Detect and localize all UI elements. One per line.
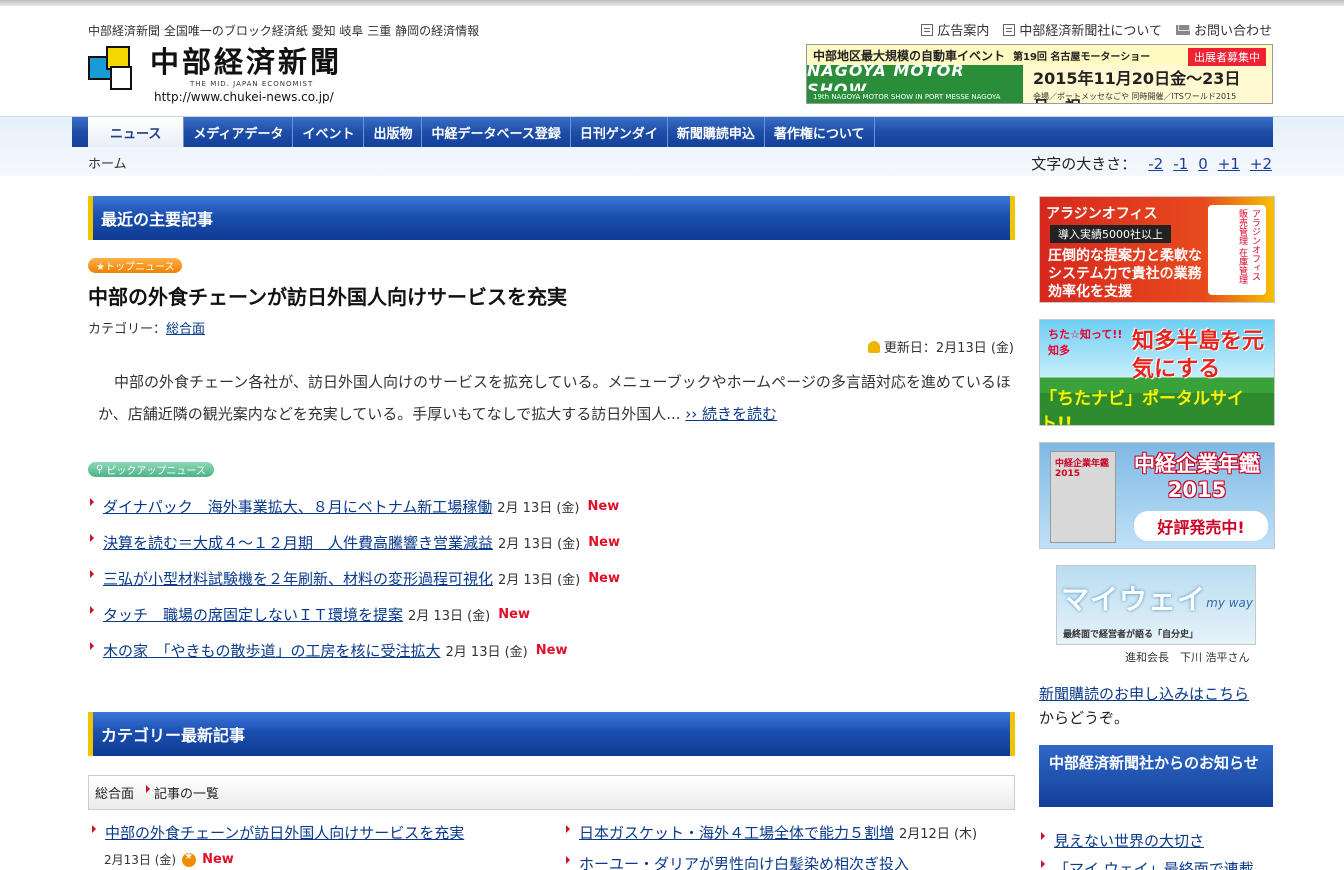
updated-date: 更新日：2月13日 (金) xyxy=(867,337,1014,356)
arrow-icon xyxy=(92,824,96,833)
arrow-icon xyxy=(566,855,570,864)
subscribe-link[interactable]: 新聞購読のお申し込みはこちら xyxy=(1039,685,1249,703)
category-name: 総合面 xyxy=(95,787,135,802)
font-size-zero[interactable]: 0 xyxy=(1198,155,1208,173)
star-icon xyxy=(182,851,197,867)
arrow-icon xyxy=(146,784,151,793)
read-more-link[interactable]: ›› 続きを読む xyxy=(685,405,777,423)
list-item: 決算を読む＝大成４～１２月期 人件費高騰響き営業減益 2月 13日 (金) New xyxy=(90,524,620,560)
document-icon xyxy=(921,23,934,36)
font-size-control: 文字の大きさ： -2 -1 0 +1 +2 xyxy=(1031,154,1272,174)
site-tagline: 中部経済新聞 全国唯一のブロック経済紙 愛知 岐阜 三重 静岡の経済情報 xyxy=(88,24,480,38)
book-icon: 中経企業年鑑 2015 xyxy=(1050,451,1116,543)
site-logo[interactable]: 中部経済新聞 THE MID. JAPAN ECONOMIST http://w… xyxy=(88,46,342,104)
bell-icon xyxy=(867,340,880,353)
nav-media-data[interactable]: メディアデータ xyxy=(184,117,294,147)
pickup-link[interactable]: タッチ 職場の席固定しないＩＴ環境を提案 xyxy=(103,604,403,625)
pickup-link[interactable]: ダイナパック 海外事業拡大、８月にベトナム新工場稼働 xyxy=(103,496,492,517)
aladdin-office-ad[interactable]: アラジンオフィス 導入実績5000社以上 圧倒的な提案力と柔軟なシステム力で貴社… xyxy=(1039,196,1275,303)
banner-foot: 19th NAGOYA MOTOR SHOW IN PORT MESSE NAG… xyxy=(807,91,1023,103)
top-border xyxy=(0,0,1344,6)
list-item: 三弘が小型材料試験機を２年刷新、材料の変形過程可視化 2月 13日 (金) New xyxy=(90,560,620,596)
list-item: 木の家 「やきもの散歩道」の工房を核に受注拡大 2月 13日 (金) New xyxy=(90,632,620,668)
logo-subtitle: THE MID. JAPAN ECONOMIST xyxy=(190,80,314,88)
new-badge: New xyxy=(588,534,620,550)
article-summary: 中部の外食チェーン各社が、訪日外国人向けのサービスを拡充している。メニューブック… xyxy=(98,373,1011,423)
category-column-left: 中部の外食チェーンが訪日外国人向けサービスを充実 2月13日 (金)New xyxy=(92,822,464,868)
notice-link[interactable]: 見えない世界の大切さ xyxy=(1054,830,1204,851)
list-item: ダイナパック 海外事業拡大、８月にベトナム新工場稼働 2月 13日 (金) New xyxy=(90,488,620,524)
breadcrumb[interactable]: ホーム xyxy=(88,153,127,172)
nav-events[interactable]: イベント xyxy=(293,117,365,147)
pickup-link[interactable]: 決算を読む＝大成４～１２月期 人件費高騰響き営業減益 xyxy=(103,532,493,553)
yearbook-ad[interactable]: 中経企業年鑑 2015 中経企業年鑑2015 好評発売中! xyxy=(1039,442,1275,549)
category-article-link[interactable]: ホーユー・ダリアが男性向け白髪染め相次ぎ投入 xyxy=(579,853,909,870)
pickup-badge: ⚲ ピックアップニュース xyxy=(88,462,214,477)
nav-database[interactable]: 中経データベース登録 xyxy=(422,117,571,147)
category-line: カテゴリー：総合面 xyxy=(88,322,206,337)
section-title-recent: 最近の主要記事 xyxy=(88,196,1015,240)
nav-subscribe[interactable]: 新聞購読申込 xyxy=(668,117,765,147)
nav-copyright[interactable]: 著作権について xyxy=(765,117,875,147)
font-size-minus2[interactable]: -2 xyxy=(1148,155,1163,173)
arrow-icon xyxy=(566,824,570,833)
font-size-plus2[interactable]: +2 xyxy=(1250,155,1272,173)
banner-tag: 出展者募集中 xyxy=(1188,48,1266,66)
category-link[interactable]: 総合面 xyxy=(166,322,205,337)
subscribe-text: 新聞購読のお申し込みはこちら からどうぞ。 xyxy=(1039,685,1250,727)
new-badge: New xyxy=(535,642,568,658)
about-link[interactable]: 中部経済新聞社について xyxy=(1003,20,1162,39)
logo-url: http://www.chukei-news.co.jp/ xyxy=(154,90,334,104)
notice-link[interactable]: 「マイ ウェイ」最終面で連載 xyxy=(1054,858,1254,870)
category-list-link[interactable]: 記事の一覧 xyxy=(154,783,219,802)
top-headline[interactable]: 中部の外食チェーンが訪日外国人向けサービスを充実 xyxy=(88,281,567,310)
notice-list: 見えない世界の大切さ 「マイ ウェイ」最終面で連載 xyxy=(1041,826,1254,870)
category-header: 総合面 記事の一覧 xyxy=(88,775,1015,810)
new-badge: New xyxy=(587,498,620,514)
notice-header: 中部経済新聞社からのお知らせ xyxy=(1039,745,1273,807)
logo-mark-icon xyxy=(88,46,140,94)
motor-show-banner[interactable]: 中部地区最大規模の自動車イベント 第19回 名古屋モーターショー 出展者募集中 N… xyxy=(806,44,1273,104)
arrow-icon xyxy=(1041,860,1045,868)
ads-link[interactable]: 広告案内 xyxy=(921,20,989,39)
list-item: 「マイ ウェイ」最終面で連載 xyxy=(1041,854,1254,870)
logo-title: 中部経済新聞 xyxy=(150,45,343,79)
nav-gendai[interactable]: 日刊ゲンダイ xyxy=(571,117,668,147)
arrow-icon xyxy=(1041,832,1045,840)
arrow-icon xyxy=(90,606,94,614)
pickup-link[interactable]: 木の家 「やきもの散歩道」の工房を核に受注拡大 xyxy=(103,640,441,661)
new-badge: New xyxy=(498,606,530,622)
nav-publications[interactable]: 出版物 xyxy=(364,117,423,147)
chita-navi-ad[interactable]: ちた☆知って!! 知多 知多半島を元気にする 「ちたナビ」ポータルサイト!! xyxy=(1039,319,1275,426)
top-news-badge: ★トップニュース xyxy=(88,258,183,273)
contact-link[interactable]: お問い合わせ xyxy=(1175,20,1272,39)
my-way-caption: 進和会長 下川 浩平さん xyxy=(1125,651,1250,664)
list-icon xyxy=(1003,23,1016,36)
new-badge: New xyxy=(202,852,234,867)
category-column-right: 日本ガスケット・海外４工場全体で能力５割増 2月12日 (木) ホーユー・ダリアが… xyxy=(566,822,977,870)
nav-news[interactable]: ニュース xyxy=(88,117,185,147)
section-title-category: カテゴリー最新記事 xyxy=(88,712,1015,756)
font-size-plus1[interactable]: +1 xyxy=(1218,155,1240,173)
list-item: 見えない世界の大切さ xyxy=(1041,826,1254,854)
arrow-icon xyxy=(90,642,94,650)
navigation-area: ニュース メディアデータ イベント 出版物 中経データベース登録 日刊ゲンダイ … xyxy=(0,116,1344,176)
font-size-minus1[interactable]: -1 xyxy=(1173,155,1188,173)
new-badge: New xyxy=(588,570,620,586)
utility-links: 広告案内 中部経済新聞社について お問い合わせ xyxy=(921,20,1272,39)
list-item: タッチ 職場の席固定しないＩＴ環境を提案 2月 13日 (金) New xyxy=(90,596,620,632)
category-article-link[interactable]: 日本ガスケット・海外４工場全体で能力５割増 xyxy=(579,822,894,843)
pickup-link[interactable]: 三弘が小型材料試験機を２年刷新、材料の変形過程可視化 xyxy=(103,568,493,589)
mail-icon xyxy=(1175,24,1190,35)
main-nav: ニュース メディアデータ イベント 出版物 中経データベース登録 日刊ゲンダイ … xyxy=(72,117,1273,147)
arrow-icon xyxy=(90,570,94,578)
pickup-list: ダイナパック 海外事業拡大、８月にベトナム新工場稼働 2月 13日 (金) New … xyxy=(90,488,620,668)
banner-venue: 会場／ポートメッセなごや 同時開催／ITSワールド2015 xyxy=(1033,92,1237,101)
category-article-link[interactable]: 中部の外食チェーンが訪日外国人向けサービスを充実 xyxy=(105,822,464,843)
arrow-icon xyxy=(90,534,94,542)
search-icon: ⚲ xyxy=(96,464,104,475)
arrow-icon xyxy=(90,498,94,506)
my-way-ad[interactable]: マイウェイ my way 最終面で経営者が語る「自分史」 xyxy=(1056,565,1256,645)
